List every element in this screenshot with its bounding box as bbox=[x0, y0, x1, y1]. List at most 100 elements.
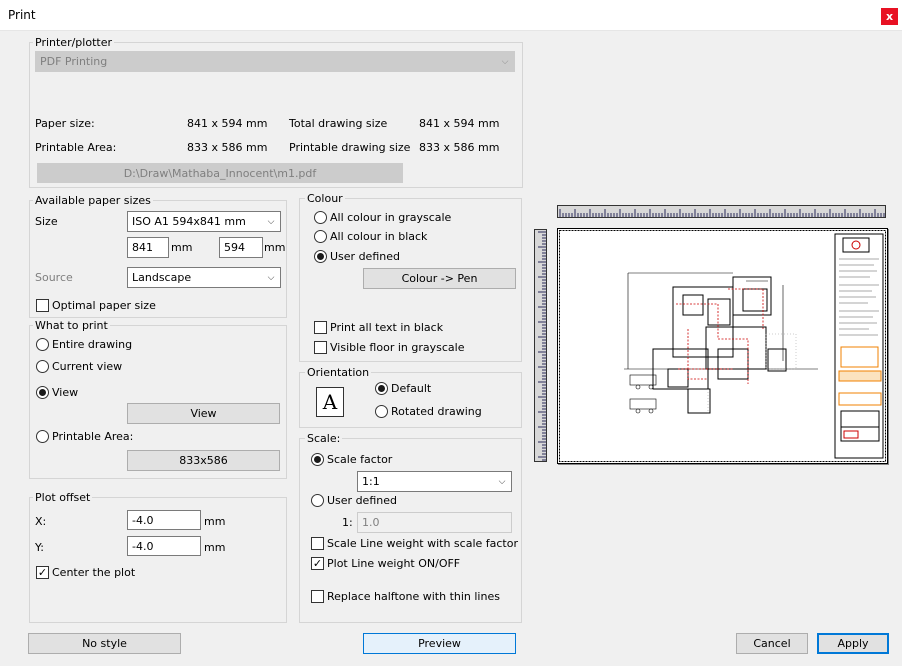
offset-y-label: Y: bbox=[35, 541, 44, 554]
paper-size-label: Paper size: bbox=[35, 117, 95, 130]
printer-select-value: PDF Printing bbox=[40, 55, 108, 68]
current-view-label: Current view bbox=[52, 360, 123, 373]
printer-select[interactable]: PDF Printing ⌵ bbox=[35, 51, 515, 72]
user-defined-scale-radio[interactable] bbox=[311, 494, 324, 507]
total-drawing-label: Total drawing size bbox=[289, 117, 388, 130]
drawing-thumbnail bbox=[559, 230, 886, 462]
user-scale-prefix: 1: bbox=[342, 516, 353, 529]
text-black-checkbox[interactable] bbox=[314, 321, 327, 334]
title-bar bbox=[0, 0, 902, 31]
chevron-down-icon: ⌵ bbox=[267, 216, 275, 227]
center-plot-label: Center the plot bbox=[52, 566, 136, 579]
entire-drawing-radio[interactable] bbox=[36, 338, 49, 351]
view-radio-label: View bbox=[52, 386, 79, 399]
scale-factor-label: Scale factor bbox=[327, 453, 393, 466]
paper-height-input[interactable]: 594 bbox=[219, 237, 263, 258]
user-defined-scale-label: User defined bbox=[327, 494, 397, 507]
floor-gray-label: Visible floor in grayscale bbox=[330, 341, 465, 354]
text-black-label: Print all text in black bbox=[330, 321, 444, 334]
size-label: Size bbox=[35, 215, 58, 228]
grayscale-label: All colour in grayscale bbox=[330, 211, 452, 224]
printable-area-radio[interactable] bbox=[36, 430, 49, 443]
offset-x-input[interactable]: -4.0 bbox=[127, 510, 201, 530]
output-path: D:\Draw\Mathaba_Innocent\m1.pdf bbox=[37, 163, 403, 183]
radio-selected-dot bbox=[39, 389, 46, 396]
user-defined-colour-label: User defined bbox=[330, 250, 400, 263]
paper-width-unit: mm bbox=[171, 241, 193, 254]
optimal-paper-checkbox[interactable] bbox=[36, 299, 49, 312]
orientation-group-label: Orientation bbox=[305, 366, 372, 379]
colour-group-label: Colour bbox=[305, 192, 345, 205]
rotated-orientation-radio[interactable] bbox=[375, 405, 388, 418]
radio-selected-dot bbox=[314, 456, 321, 463]
view-button[interactable]: View bbox=[127, 403, 280, 424]
default-orientation-label: Default bbox=[391, 382, 432, 395]
default-orientation-radio[interactable] bbox=[375, 382, 388, 395]
paper-height-unit: mm bbox=[264, 241, 286, 254]
plot-line-weight-checkbox[interactable]: ✓ bbox=[311, 557, 324, 570]
no-style-button[interactable]: No style bbox=[28, 633, 181, 654]
source-label: Source bbox=[35, 271, 73, 284]
entire-drawing-label: Entire drawing bbox=[52, 338, 133, 351]
window-title: Print bbox=[8, 8, 36, 22]
offset-x-unit: mm bbox=[204, 515, 226, 528]
line-weight-scale-checkbox[interactable] bbox=[311, 537, 324, 550]
view-radio[interactable] bbox=[36, 386, 49, 399]
center-plot-checkbox[interactable]: ✓ bbox=[36, 566, 49, 579]
plot-line-weight-label: Plot Line weight ON/OFF bbox=[327, 557, 461, 570]
print-preview-sheet bbox=[557, 228, 888, 464]
printable-drawing-label: Printable drawing size bbox=[289, 141, 411, 154]
optimal-paper-label: Optimal paper size bbox=[52, 299, 156, 312]
black-label: All colour in black bbox=[330, 230, 428, 243]
source-select[interactable]: Landscape ⌵ bbox=[127, 267, 281, 288]
printable-area-button[interactable]: 833x586 bbox=[127, 450, 280, 471]
radio-selected-dot bbox=[378, 385, 385, 392]
chevron-down-icon: ⌵ bbox=[267, 272, 275, 283]
apply-button[interactable]: Apply bbox=[817, 633, 889, 654]
printable-area-label: Printable Area: bbox=[35, 141, 117, 154]
floor-gray-checkbox[interactable] bbox=[314, 341, 327, 354]
printable-drawing-value: 833 x 586 mm bbox=[419, 141, 500, 154]
printable-area-radio-label: Printable Area: bbox=[52, 430, 134, 443]
scale-factor-select[interactable]: 1:1 ⌵ bbox=[357, 471, 512, 492]
paper-size-select[interactable]: ISO A1 594x841 mm ⌵ bbox=[127, 211, 281, 232]
orientation-icon-letter: A bbox=[322, 390, 338, 414]
colour-pen-button[interactable]: Colour -> Pen bbox=[363, 268, 516, 289]
printer-group-label: Printer/plotter bbox=[33, 36, 114, 49]
radio-selected-dot bbox=[317, 253, 324, 260]
halftone-label: Replace halftone with thin lines bbox=[327, 590, 500, 603]
source-select-value: Landscape bbox=[132, 271, 192, 284]
paper-width-input[interactable]: 841 bbox=[127, 237, 169, 258]
black-radio[interactable] bbox=[314, 230, 327, 243]
user-scale-input[interactable]: 1.0 bbox=[357, 512, 512, 533]
scale-factor-radio[interactable] bbox=[311, 453, 324, 466]
halftone-checkbox[interactable] bbox=[311, 590, 324, 603]
offset-y-input[interactable]: -4.0 bbox=[127, 536, 201, 556]
grayscale-radio[interactable] bbox=[314, 211, 327, 224]
close-button[interactable]: x bbox=[881, 8, 898, 25]
plot-offset-label: Plot offset bbox=[33, 491, 93, 504]
chevron-down-icon: ⌵ bbox=[501, 56, 509, 67]
printable-area-value: 833 x 586 mm bbox=[187, 141, 268, 154]
scale-factor-value: 1:1 bbox=[362, 475, 380, 488]
line-weight-scale-label: Scale Line weight with scale factor bbox=[327, 537, 518, 550]
paper-size-value: 841 x 594 mm bbox=[187, 117, 268, 130]
horizontal-ruler-ticks bbox=[559, 209, 885, 217]
current-view-radio[interactable] bbox=[36, 360, 49, 373]
paper-size-select-value: ISO A1 594x841 mm bbox=[132, 215, 246, 228]
orientation-page-icon: A bbox=[316, 387, 344, 417]
paper-group-label: Available paper sizes bbox=[33, 194, 153, 207]
vertical-ruler bbox=[534, 229, 547, 462]
horizontal-ruler bbox=[557, 205, 886, 218]
cancel-button[interactable]: Cancel bbox=[736, 633, 808, 654]
scale-group-label: Scale: bbox=[305, 432, 343, 445]
user-defined-colour-radio[interactable] bbox=[314, 250, 327, 263]
what-to-print-label: What to print bbox=[33, 319, 110, 332]
rotated-orientation-label: Rotated drawing bbox=[391, 405, 482, 418]
preview-button[interactable]: Preview bbox=[363, 633, 516, 654]
vertical-ruler-ticks bbox=[538, 231, 546, 461]
total-drawing-value: 841 x 594 mm bbox=[419, 117, 500, 130]
offset-y-unit: mm bbox=[204, 541, 226, 554]
offset-x-label: X: bbox=[35, 515, 47, 528]
chevron-down-icon: ⌵ bbox=[498, 476, 506, 487]
